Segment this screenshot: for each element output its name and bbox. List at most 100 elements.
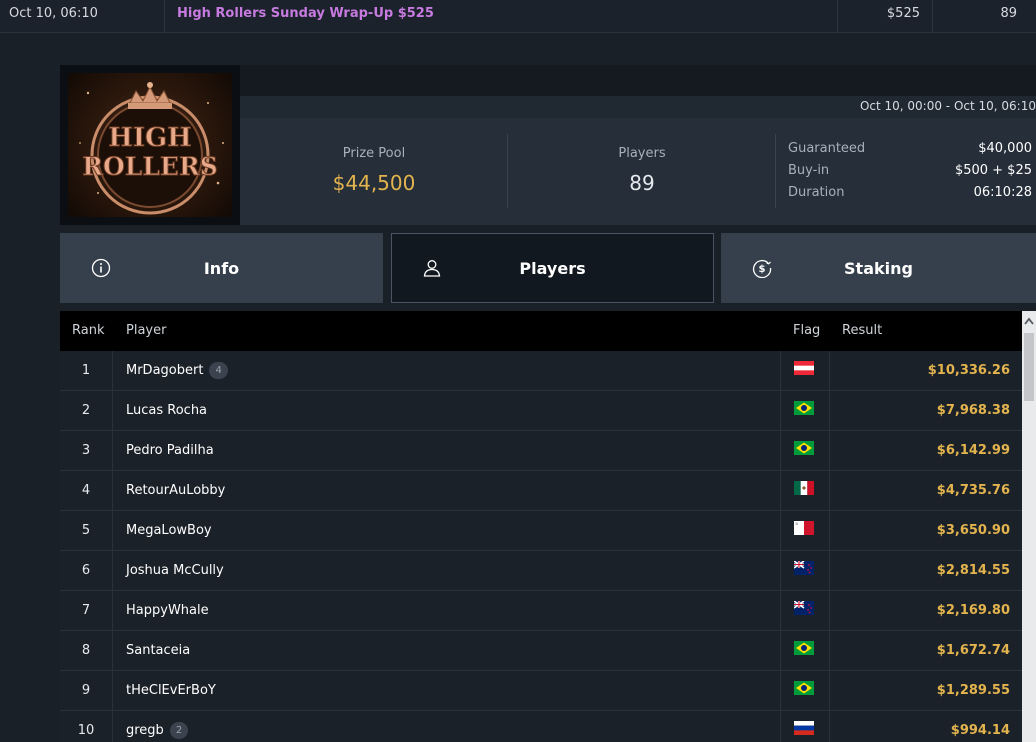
- column-divider: [837, 0, 838, 32]
- player-name[interactable]: HappyWhale: [126, 603, 209, 618]
- info-icon: [91, 258, 111, 278]
- column-header-rank[interactable]: Rank: [72, 323, 104, 338]
- tournament-name-link[interactable]: High Rollers Sunday Wrap-Up $525: [177, 0, 434, 32]
- rank-cell: 6: [60, 551, 113, 590]
- tab-info[interactable]: Info: [60, 233, 383, 303]
- user-icon: [423, 260, 441, 277]
- high-rollers-logo-art: HIGH ROLLERS: [79, 82, 224, 215]
- meta-label: Duration: [788, 185, 845, 200]
- players-label: Players: [618, 146, 666, 161]
- scroll-up-arrow-icon[interactable]: [1022, 311, 1036, 331]
- rank-cell: 5: [60, 511, 113, 550]
- table-row[interactable]: 7 HappyWhale $2,169.80: [60, 591, 1022, 631]
- meta-value: $500 + $25: [954, 163, 1032, 178]
- player-cell[interactable]: HappyWhale: [126, 591, 209, 630]
- player-cell[interactable]: gregb 2: [126, 711, 189, 742]
- flag-cell: [780, 471, 830, 510]
- player-cell[interactable]: Santaceia: [126, 631, 190, 670]
- player-cell[interactable]: Lucas Rocha: [126, 391, 207, 430]
- brazil-flag-icon: [794, 641, 814, 655]
- result-cell: $3,650.90: [936, 523, 1010, 538]
- table-row[interactable]: 6 Joshua McCully $2,814.55: [60, 551, 1022, 591]
- player-name[interactable]: Pedro Padilha: [126, 443, 214, 458]
- flag-cell: [780, 671, 830, 710]
- results-table-header: Rank Player Flag Result: [60, 311, 1022, 351]
- flag-cell: [780, 591, 830, 630]
- column-divider: [164, 0, 165, 32]
- dollar-coin-icon: $: [752, 259, 772, 278]
- flag-cell: [780, 511, 830, 550]
- svg-text:$: $: [759, 264, 766, 275]
- stat-divider: [507, 134, 508, 208]
- svg-text:ROLLERS: ROLLERS: [82, 152, 218, 181]
- result-cell: $4,735.76: [936, 483, 1010, 498]
- table-row[interactable]: 9 tHeClEvErBoY $1,289.55: [60, 671, 1022, 711]
- rank-cell: 7: [60, 591, 113, 630]
- tournament-player-count: 89: [1000, 6, 1017, 21]
- table-row[interactable]: 10 gregb 2 $994.14: [60, 711, 1022, 742]
- tournament-date: Oct 10, 06:10: [9, 6, 98, 21]
- new-zealand-flag-icon: [794, 561, 814, 575]
- scrollbar-thumb[interactable]: [1024, 333, 1034, 401]
- flag-cell: [780, 391, 830, 430]
- tournament-buyin: $525: [886, 6, 920, 21]
- result-cell: $2,814.55: [936, 563, 1010, 578]
- svg-text:HIGH: HIGH: [108, 123, 192, 153]
- rank-cell: 3: [60, 431, 113, 470]
- column-divider: [932, 0, 933, 32]
- table-row[interactable]: 2 Lucas Rocha $7,968.38: [60, 391, 1022, 431]
- rank-cell: 10: [60, 711, 113, 742]
- meta-label: Guaranteed: [788, 141, 866, 156]
- meta-buyin: Buy-in $500 + $25: [788, 163, 1032, 185]
- table-row[interactable]: 4 RetourAuLobby $4,735.76: [60, 471, 1022, 511]
- tab-players[interactable]: Players: [391, 233, 714, 303]
- prize-pool-stat: Prize Pool $44,500: [296, 146, 452, 195]
- players-stat: Players 89: [566, 146, 718, 195]
- table-row[interactable]: 3 Pedro Padilha $6,142.99: [60, 431, 1022, 471]
- player-cell[interactable]: MegaLowBoy: [126, 511, 212, 550]
- player-name[interactable]: RetourAuLobby: [126, 483, 225, 498]
- player-name[interactable]: Lucas Rocha: [126, 403, 207, 418]
- flag-cell: [780, 351, 830, 390]
- player-name[interactable]: Santaceia: [126, 643, 190, 658]
- date-range: Oct 10, 00:00 - Oct 10, 06:10: [859, 99, 1036, 113]
- table-row[interactable]: 5 MegaLowBoy $3,650.90: [60, 511, 1022, 551]
- player-name[interactable]: tHeClEvErBoY: [126, 683, 216, 698]
- player-name[interactable]: gregb: [126, 723, 164, 738]
- brazil-flag-icon: [794, 441, 814, 455]
- players-value: 89: [629, 171, 655, 195]
- player-count-badge: 4: [209, 362, 228, 379]
- flag-cell: [780, 551, 830, 590]
- rank-cell: 4: [60, 471, 113, 510]
- column-header-player[interactable]: Player: [126, 323, 166, 338]
- table-row[interactable]: 1 MrDagobert 4 $10,336.26: [60, 351, 1022, 391]
- results-table-body: 1 MrDagobert 4 $10,336.26 2 Lucas Rocha $…: [60, 351, 1022, 742]
- table-row[interactable]: 8 Santaceia $1,672.74: [60, 631, 1022, 671]
- header-top-strip: [240, 65, 1036, 96]
- player-name[interactable]: Joshua McCully: [126, 563, 224, 578]
- flag-cell: [780, 711, 830, 742]
- tab-staking[interactable]: $ Staking: [721, 233, 1036, 303]
- column-header-result[interactable]: Result: [842, 323, 882, 338]
- tournament-list-row[interactable]: Oct 10, 06:10 High Rollers Sunday Wrap-U…: [0, 0, 1036, 33]
- player-cell[interactable]: RetourAuLobby: [126, 471, 225, 510]
- flag-cell: [780, 431, 830, 470]
- malta-flag-icon: [794, 521, 814, 535]
- player-name[interactable]: MrDagobert: [126, 363, 203, 378]
- result-cell: $1,672.74: [936, 643, 1010, 658]
- player-cell[interactable]: Pedro Padilha: [126, 431, 214, 470]
- new-zealand-flag-icon: [794, 601, 814, 615]
- tournament-logo: HIGH ROLLERS: [60, 65, 240, 225]
- player-cell[interactable]: tHeClEvErBoY: [126, 671, 216, 710]
- rank-cell: 1: [60, 351, 113, 390]
- player-count-badge: 2: [169, 722, 189, 739]
- player-name[interactable]: MegaLowBoy: [126, 523, 212, 538]
- russia-flag-icon: [794, 721, 814, 735]
- result-cell: $1,289.55: [936, 683, 1010, 698]
- player-cell[interactable]: Joshua McCully: [126, 551, 224, 590]
- stat-divider: [775, 134, 776, 208]
- column-header-flag[interactable]: Flag: [793, 323, 820, 338]
- player-cell[interactable]: MrDagobert 4: [126, 351, 228, 390]
- high-rollers-logo-image: HIGH ROLLERS: [68, 73, 232, 217]
- rank-cell: 8: [60, 631, 113, 670]
